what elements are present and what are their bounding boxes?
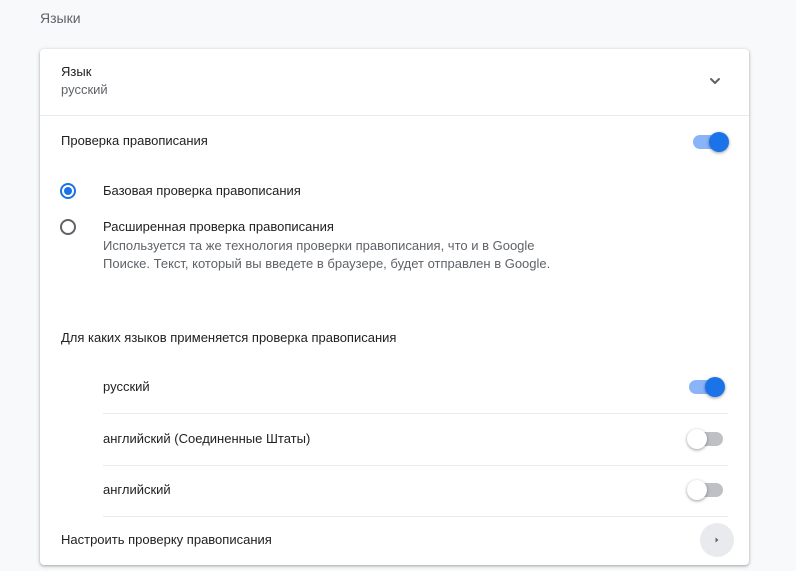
languages-card: Язык русский Проверка правописания Базов… xyxy=(40,49,749,565)
toggle-knob xyxy=(687,480,707,500)
language-item-name: английский xyxy=(103,482,171,497)
language-value: русский xyxy=(61,82,108,97)
basic-spellcheck-label[interactable]: Базовая проверка правописания xyxy=(103,183,301,199)
language-item-name: английский (Соединенные Штаты) xyxy=(103,431,311,446)
toggle-knob xyxy=(709,132,729,152)
basic-spellcheck-radio[interactable] xyxy=(60,183,76,199)
language-toggle-english[interactable] xyxy=(687,480,723,500)
enhanced-spellcheck-label[interactable]: Расширенная проверка правописания xyxy=(103,219,334,235)
chevron-down-icon[interactable] xyxy=(707,73,723,89)
customize-spellcheck-button[interactable] xyxy=(700,523,734,557)
language-select-row[interactable]: Язык русский xyxy=(40,49,749,116)
languages-heading: Для каких языков применяется проверка пр… xyxy=(61,330,397,345)
enhanced-spellcheck-radio[interactable] xyxy=(60,219,76,235)
arrow-right-icon xyxy=(715,537,719,543)
language-item-english-us: английский (Соединенные Штаты) xyxy=(103,414,728,465)
section-title: Языки xyxy=(40,10,81,26)
enhanced-spellcheck-description: Используется та же технология проверки п… xyxy=(103,238,551,271)
spellcheck-toggle[interactable] xyxy=(693,132,729,152)
spellcheck-label: Проверка правописания xyxy=(61,133,208,148)
language-label: Язык xyxy=(61,64,92,79)
toggle-knob xyxy=(705,377,725,397)
language-item-russian: русский xyxy=(103,362,728,413)
language-toggle-russian[interactable] xyxy=(689,377,725,397)
customize-spellcheck-label[interactable]: Настроить проверку правописания xyxy=(61,532,272,548)
language-item-english: английский xyxy=(103,465,728,516)
spellcheck-row: Проверка правописания xyxy=(40,116,749,166)
language-item-name: русский xyxy=(103,379,150,394)
language-toggle-english-us[interactable] xyxy=(687,429,723,449)
toggle-knob xyxy=(687,429,707,449)
divider xyxy=(103,516,728,517)
